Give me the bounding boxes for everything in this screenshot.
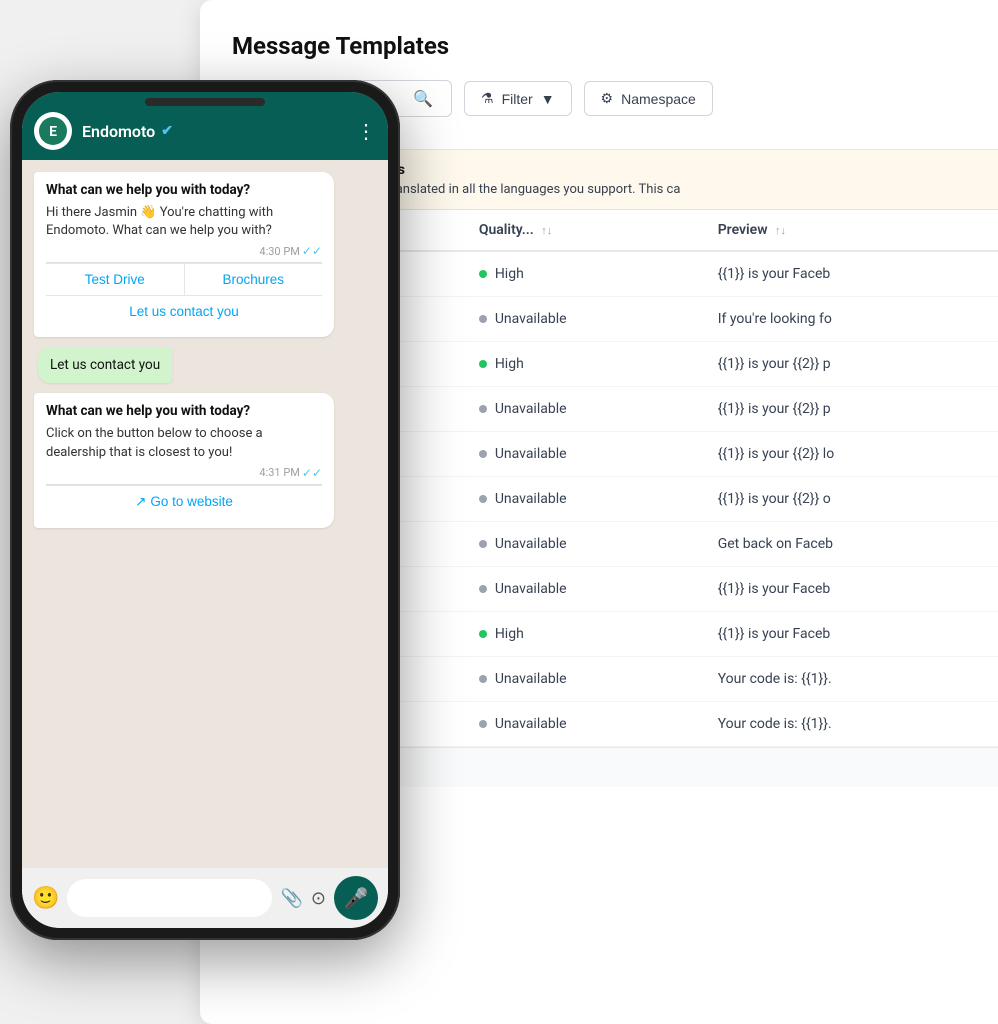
cell-preview: {{1}} is your Faceb <box>702 612 998 657</box>
namespace-label: Namespace <box>621 91 696 107</box>
cell-quality: Unavailable <box>463 477 702 522</box>
filter-button[interactable]: ⚗ Filter ▼ <box>464 81 572 116</box>
cell-quality: Unavailable <box>463 702 702 747</box>
col-preview: Preview ↑↓ <box>702 210 998 251</box>
website-link[interactable]: ↗ Go to website <box>50 494 318 510</box>
go-to-website-button[interactable]: ↗ Go to website <box>46 485 322 518</box>
contact-us-button[interactable]: Let us contact you <box>46 295 322 327</box>
search-icon: 🔍 <box>413 89 433 108</box>
cell-quality: High <box>463 612 702 657</box>
quick-replies: Test Drive Brochures Let us contact you <box>46 262 322 327</box>
phone-notch <box>145 98 265 106</box>
namespace-button[interactable]: ⚙ Namespace <box>584 81 713 116</box>
col-quality: Quality... ↑↓ <box>463 210 702 251</box>
cell-preview: {{1}} is your {{2}} p <box>702 387 998 432</box>
cell-quality: Unavailable <box>463 297 702 342</box>
quality-dot <box>479 405 487 413</box>
external-link-icon: ↗ <box>135 494 146 510</box>
quality-label: Unavailable <box>495 401 567 417</box>
outgoing-text: Let us contact you <box>50 357 160 373</box>
quality-dot <box>479 450 487 458</box>
brochures-button[interactable]: Brochures <box>185 264 323 295</box>
cell-quality: Unavailable <box>463 657 702 702</box>
website-button-container: ↗ Go to website <box>46 484 322 518</box>
quality-label: Unavailable <box>495 491 567 507</box>
cell-quality: Unavailable <box>463 387 702 432</box>
menu-icon[interactable]: ⋮ <box>356 119 376 143</box>
avatar: E <box>34 112 72 150</box>
cell-quality: Unavailable <box>463 432 702 477</box>
quality-label: High <box>495 626 524 642</box>
quality-label: High <box>495 356 524 372</box>
camera-button[interactable]: ⊙ <box>311 888 326 909</box>
mic-icon: 🎤 <box>344 886 369 910</box>
quality-dot <box>479 315 487 323</box>
test-drive-button[interactable]: Test Drive <box>46 264 185 295</box>
page-title: Message Templates <box>232 32 966 60</box>
quality-label: Unavailable <box>495 581 567 597</box>
cell-preview: Get back on Faceb <box>702 522 998 567</box>
attach-button[interactable]: 📎 <box>280 888 302 909</box>
contact-info: Endomoto ✔ <box>82 122 346 141</box>
phone-mockup: E Endomoto ✔ ⋮ What can we help you with… <box>10 80 410 960</box>
cell-quality: Unavailable <box>463 567 702 612</box>
contact-name: Endomoto ✔ <box>82 122 346 141</box>
quality-dot <box>479 675 487 683</box>
message-input[interactable] <box>67 879 272 917</box>
quality-dot <box>479 270 487 278</box>
bubble-outgoing-1: Let us contact you <box>38 347 172 383</box>
cell-preview: {{1}} is your Faceb <box>702 251 998 297</box>
quality-dot <box>479 720 487 728</box>
filter-label: Filter <box>502 91 533 107</box>
phone-screen: E Endomoto ✔ ⋮ What can we help you with… <box>22 92 388 928</box>
quick-reply-row-1: Test Drive Brochures <box>46 263 322 295</box>
quality-label: Unavailable <box>495 671 567 687</box>
cell-preview: {{1}} is your {{2}} o <box>702 477 998 522</box>
svg-text:E: E <box>49 124 57 140</box>
bubble1-title: What can we help you with today? <box>46 182 322 198</box>
quality-dot <box>479 630 487 638</box>
quality-label: Unavailable <box>495 716 567 732</box>
whatsapp-input-bar: 🙂 📎 ⊙ 🎤 <box>22 868 388 928</box>
quality-dot <box>479 540 487 548</box>
bubble2-title: What can we help you with today? <box>46 403 322 419</box>
sort-icon-quality[interactable]: ↑↓ <box>541 224 552 237</box>
quality-dot <box>479 360 487 368</box>
emoji-button[interactable]: 🙂 <box>32 886 59 911</box>
cell-preview: Your code is: {{1}}. <box>702 702 998 747</box>
bubble1-text: Hi there Jasmin 👋 You're chatting with E… <box>46 204 322 240</box>
quality-dot <box>479 495 487 503</box>
cell-preview: {{1}} is your {{2}} lo <box>702 432 998 477</box>
cell-preview: {{1}} is your {{2}} p <box>702 342 998 387</box>
quality-label: Unavailable <box>495 311 567 327</box>
bubble2-text: Click on the button below to choose a de… <box>46 425 322 461</box>
read-receipts: ✓✓ <box>302 244 322 258</box>
quality-dot <box>479 585 487 593</box>
quality-label: Unavailable <box>495 536 567 552</box>
cell-quality: High <box>463 251 702 297</box>
bubble-incoming-1: What can we help you with today? Hi ther… <box>34 172 334 337</box>
cell-quality: Unavailable <box>463 522 702 567</box>
bubble-incoming-2: What can we help you with today? Click o… <box>34 393 334 527</box>
bubble1-timestamp: 4:30 PM ✓✓ <box>46 244 322 258</box>
verified-badge: ✔ <box>161 123 173 139</box>
whatsapp-chat-body: What can we help you with today? Hi ther… <box>22 160 388 868</box>
phone-outer-frame: E Endomoto ✔ ⋮ What can we help you with… <box>10 80 400 940</box>
cell-preview: If you're looking fo <box>702 297 998 342</box>
quality-label: Unavailable <box>495 446 567 462</box>
cell-quality: High <box>463 342 702 387</box>
read-receipts-2: ✓✓ <box>302 466 322 480</box>
bubble2-timestamp: 4:31 PM ✓✓ <box>46 466 322 480</box>
filter-funnel-icon: ⚗ <box>481 90 494 107</box>
gear-icon: ⚙ <box>601 90 614 107</box>
sort-icon-preview[interactable]: ↑↓ <box>775 224 786 237</box>
quality-label: High <box>495 266 524 282</box>
cell-preview: Your code is: {{1}}. <box>702 657 998 702</box>
cell-preview: {{1}} is your Faceb <box>702 567 998 612</box>
filter-dropdown-icon: ▼ <box>541 91 555 107</box>
mic-button[interactable]: 🎤 <box>334 876 378 920</box>
